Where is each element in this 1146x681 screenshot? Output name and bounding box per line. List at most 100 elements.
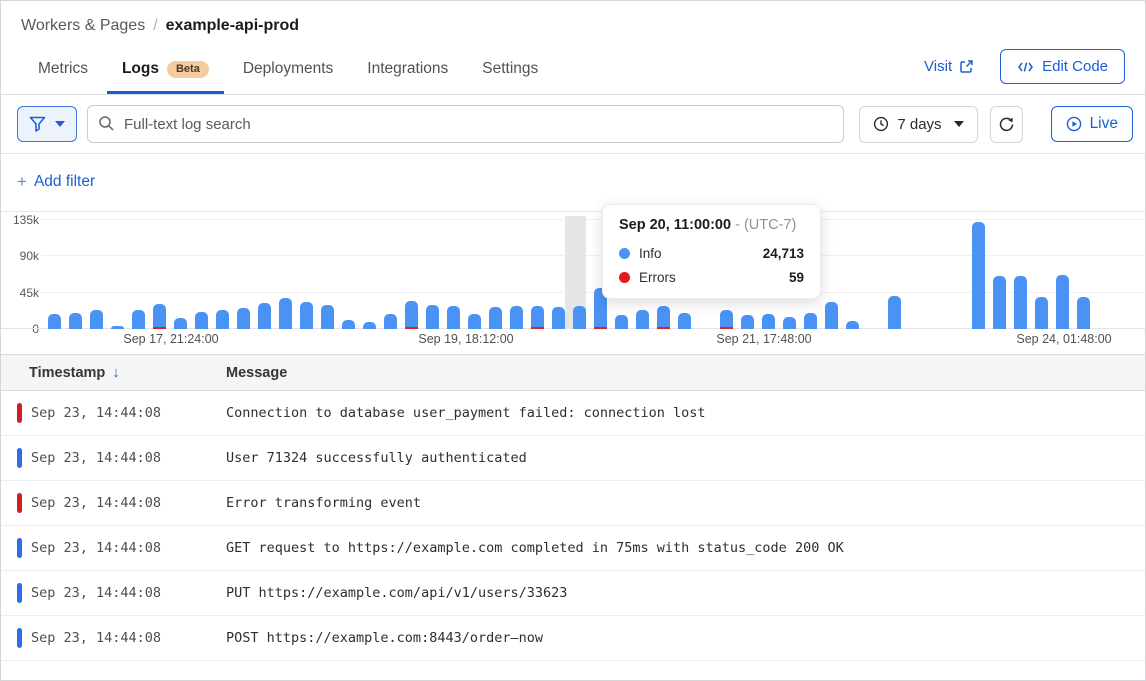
chart-bar[interactable]: [993, 276, 1006, 329]
visit-link-label: Visit: [924, 58, 952, 75]
chart-bar[interactable]: [174, 318, 187, 329]
chart-bar[interactable]: [1014, 276, 1027, 329]
chart-bar[interactable]: [489, 307, 502, 329]
chart-bar[interactable]: [48, 314, 61, 329]
chart-bar[interactable]: [405, 301, 418, 329]
chart-plot-area[interactable]: 135k90k45k0: [1, 220, 1145, 329]
filter-dropdown-button[interactable]: [17, 106, 77, 142]
severity-indicator-error: [17, 403, 22, 423]
bar-info-segment: [846, 321, 859, 329]
tab-settings[interactable]: Settings: [467, 50, 553, 94]
tab-deployments[interactable]: Deployments: [228, 50, 348, 94]
bar-info-segment: [657, 306, 670, 327]
chart-bar[interactable]: [111, 326, 124, 329]
chart-bar[interactable]: [468, 314, 481, 329]
chart-bar[interactable]: [825, 302, 838, 329]
log-toolbar: 7 days Live: [1, 95, 1145, 154]
sort-descending-icon[interactable]: ↓: [112, 364, 120, 381]
y-tick-text: 90k: [1, 249, 39, 263]
play-circle-icon: [1066, 116, 1082, 132]
chart-bar[interactable]: [615, 315, 628, 329]
add-filter-button[interactable]: + Add filter: [17, 172, 95, 192]
chart-bar[interactable]: [447, 306, 460, 329]
breadcrumb-root-link[interactable]: Workers & Pages: [21, 17, 145, 35]
search-input[interactable]: [87, 105, 844, 143]
chart-bar[interactable]: [1035, 297, 1048, 329]
chart-bar[interactable]: [90, 310, 103, 329]
time-range-dropdown[interactable]: 7 days: [859, 106, 977, 143]
tab-logs[interactable]: LogsBeta: [107, 50, 224, 94]
tab-metrics[interactable]: Metrics: [23, 50, 103, 94]
chart-bar[interactable]: [741, 315, 754, 329]
chart-bar[interactable]: [237, 308, 250, 329]
chart-x-axis: Sep 17, 21:24:00Sep 19, 18:12:00Sep 21, …: [1, 332, 1145, 350]
chart-bar[interactable]: [216, 310, 229, 329]
chart-bar[interactable]: [279, 298, 292, 329]
chart-bar[interactable]: [258, 303, 271, 329]
chart-bar[interactable]: [342, 320, 355, 329]
bar-info-segment: [552, 307, 565, 329]
log-volume-chart[interactable]: 135k90k45k0 Sep 17, 21:24:00Sep 19, 18:1…: [1, 212, 1145, 354]
chart-bar[interactable]: [720, 310, 733, 329]
tooltip-series-label: Errors: [639, 270, 676, 285]
log-table-row[interactable]: Sep 23, 14:44:08User 71324 successfully …: [1, 436, 1145, 481]
chart-bar[interactable]: [531, 306, 544, 329]
chart-bar[interactable]: [300, 302, 313, 329]
chart-bar[interactable]: [636, 310, 649, 329]
breadcrumb-separator: /: [153, 17, 157, 35]
bar-info-segment: [615, 315, 628, 329]
chart-bar[interactable]: [153, 304, 166, 329]
chart-bar[interactable]: [321, 305, 334, 329]
chart-bar[interactable]: [426, 305, 439, 329]
breadcrumb: Workers & Pages / example-api-prod: [21, 17, 1125, 35]
tab-label: Integrations: [367, 60, 448, 78]
chart-bar[interactable]: [678, 313, 691, 329]
chart-bar[interactable]: [657, 306, 670, 329]
chart-bar[interactable]: [510, 306, 523, 329]
bar-info-segment: [195, 312, 208, 329]
chevron-down-icon: [55, 121, 65, 127]
log-table-row[interactable]: Sep 23, 14:44:08Connection to database u…: [1, 391, 1145, 436]
bar-info-segment: [1035, 297, 1048, 329]
bar-info-segment: [153, 304, 166, 327]
edit-code-button[interactable]: Edit Code: [1000, 49, 1125, 84]
log-timestamp: Sep 23, 14:44:08: [31, 540, 226, 556]
chart-bar[interactable]: [195, 312, 208, 329]
y-tick-text: 45k: [1, 286, 39, 300]
chart-bar[interactable]: [846, 321, 859, 329]
tab-integrations[interactable]: Integrations: [352, 50, 463, 94]
chart-bar[interactable]: [573, 306, 586, 329]
bar-info-segment: [762, 314, 775, 329]
chart-bar[interactable]: [132, 310, 145, 329]
log-table-row[interactable]: Sep 23, 14:44:08GET request to https://e…: [1, 526, 1145, 571]
log-table-row[interactable]: Sep 23, 14:44:08POST https://example.com…: [1, 616, 1145, 661]
chart-bar[interactable]: [783, 317, 796, 329]
bar-info-segment: [90, 310, 103, 329]
log-table-row[interactable]: Sep 23, 14:44:08PUT https://example.com/…: [1, 571, 1145, 616]
timestamp-column-header[interactable]: Timestamp ↓: [29, 364, 226, 381]
tab-label: Deployments: [243, 60, 333, 78]
chart-bar[interactable]: [762, 314, 775, 329]
chart-bar[interactable]: [363, 322, 376, 329]
chart-bar[interactable]: [1056, 275, 1069, 329]
chart-bar[interactable]: [1077, 297, 1090, 329]
toolbar-controls: 7 days Live: [859, 106, 1133, 143]
bar-info-segment: [1077, 297, 1090, 329]
log-table-row[interactable]: Sep 23, 14:44:08Error transforming event: [1, 481, 1145, 526]
chart-bar[interactable]: [804, 313, 817, 329]
chart-bar[interactable]: [972, 222, 985, 329]
severity-indicator-info: [17, 538, 22, 558]
live-button[interactable]: Live: [1051, 106, 1133, 142]
refresh-button[interactable]: [990, 106, 1023, 143]
chart-bar[interactable]: [384, 314, 397, 329]
bar-error-segment: [531, 327, 544, 329]
tab-label: Logs: [122, 60, 159, 78]
chart-bar[interactable]: [552, 307, 565, 329]
log-timestamp: Sep 23, 14:44:08: [31, 450, 226, 466]
chart-bar[interactable]: [69, 313, 82, 329]
visit-link[interactable]: Visit: [924, 58, 974, 75]
tab-bar: MetricsLogsBeta Deployments Integrations Se…: [21, 50, 555, 94]
chart-bar[interactable]: [888, 296, 901, 329]
time-range-label: 7 days: [897, 116, 941, 133]
log-message: Error transforming event: [226, 495, 421, 511]
